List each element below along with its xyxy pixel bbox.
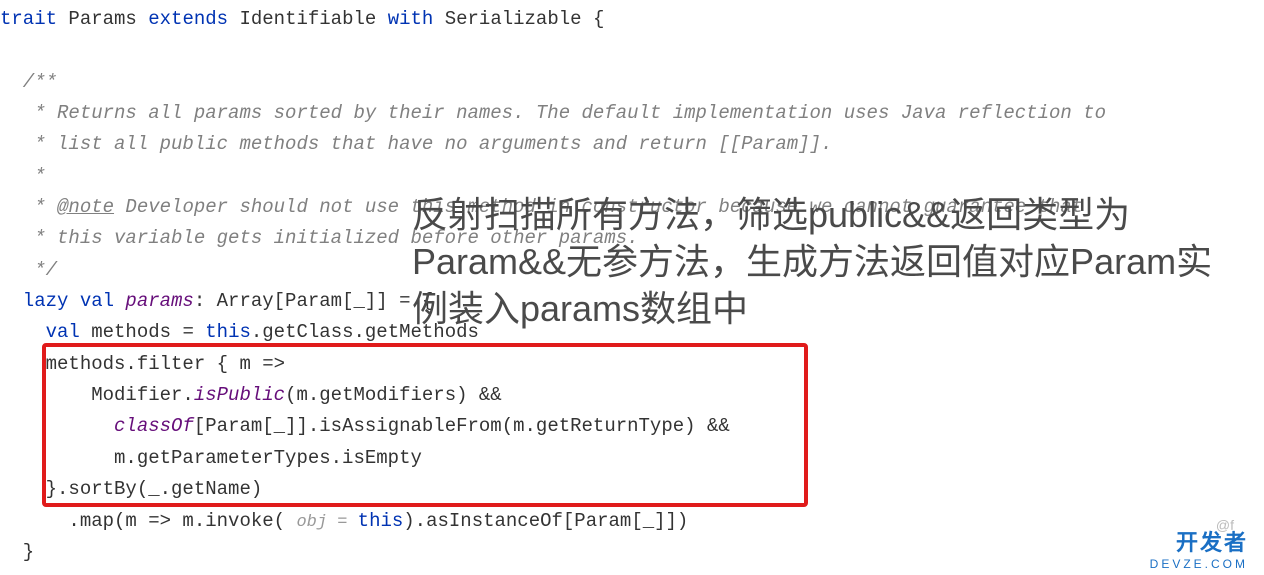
param-hint-obj: obj = — [296, 513, 357, 532]
val-params: params — [125, 290, 193, 312]
assign: = — [171, 321, 205, 343]
doc-link-target: Param — [741, 133, 798, 155]
keyword-this: this — [358, 510, 404, 532]
filter-cond2: [Param[_]].isAssignableFrom(m.getReturnT… — [194, 415, 730, 437]
modifier-prefix: Modifier. — [0, 384, 194, 406]
method-ispublic: isPublic — [194, 384, 285, 406]
brace-open: { — [582, 8, 605, 30]
mixin-class: Serializable — [445, 8, 582, 30]
map-suffix: ).asInstanceOf[Param[_]]) — [403, 510, 688, 532]
keyword-extends: extends — [137, 8, 240, 30]
doc-comment-line: * — [0, 161, 1264, 192]
doc-link-close: ]] — [798, 133, 821, 155]
classof: classOf — [114, 415, 194, 437]
map-prefix: .map(m => m.invoke( — [0, 510, 296, 532]
indent — [0, 415, 114, 437]
val-methods: methods — [91, 321, 171, 343]
doc-link-open: [[ — [718, 133, 741, 155]
code-block: trait Params extends Identifiable with S… — [0, 4, 1264, 568]
method-chain: .getClass.getMethods — [251, 321, 479, 343]
filter-cond1: (m.getModifiers) && — [285, 384, 502, 406]
doc-period: . — [821, 133, 832, 155]
type-annotation: : Array[Param[_]] = { — [194, 290, 433, 312]
doc-comment-line: * Returns all params sorted by their nam… — [0, 98, 1264, 129]
doc-comment-open: /** — [0, 67, 1264, 98]
doc-comment-close: */ — [0, 255, 1264, 286]
filter-cond3: m.getParameterTypes.isEmpty — [0, 443, 1264, 474]
keyword-trait: trait — [0, 8, 68, 30]
doc-comment-line: * list all public methods that have no a… — [0, 133, 718, 155]
doc-comment-text: Developer should not use this method in … — [114, 196, 1083, 218]
class-name: Params — [68, 8, 136, 30]
filter-open: methods.filter { m => — [0, 349, 1264, 380]
parent-class: Identifiable — [239, 8, 376, 30]
doc-comment-prefix: * — [0, 196, 57, 218]
keyword-with: with — [376, 8, 444, 30]
sortby-line: }.sortBy(_.getName) — [0, 474, 1264, 505]
doc-annotation-note: @note — [57, 196, 114, 218]
doc-comment-line: * this variable gets initialized before … — [0, 223, 1264, 254]
block-close: } — [0, 537, 1264, 568]
keyword-this: this — [205, 321, 251, 343]
keyword-val: val — [0, 321, 91, 343]
keyword-lazy-val: lazy val — [0, 290, 125, 312]
